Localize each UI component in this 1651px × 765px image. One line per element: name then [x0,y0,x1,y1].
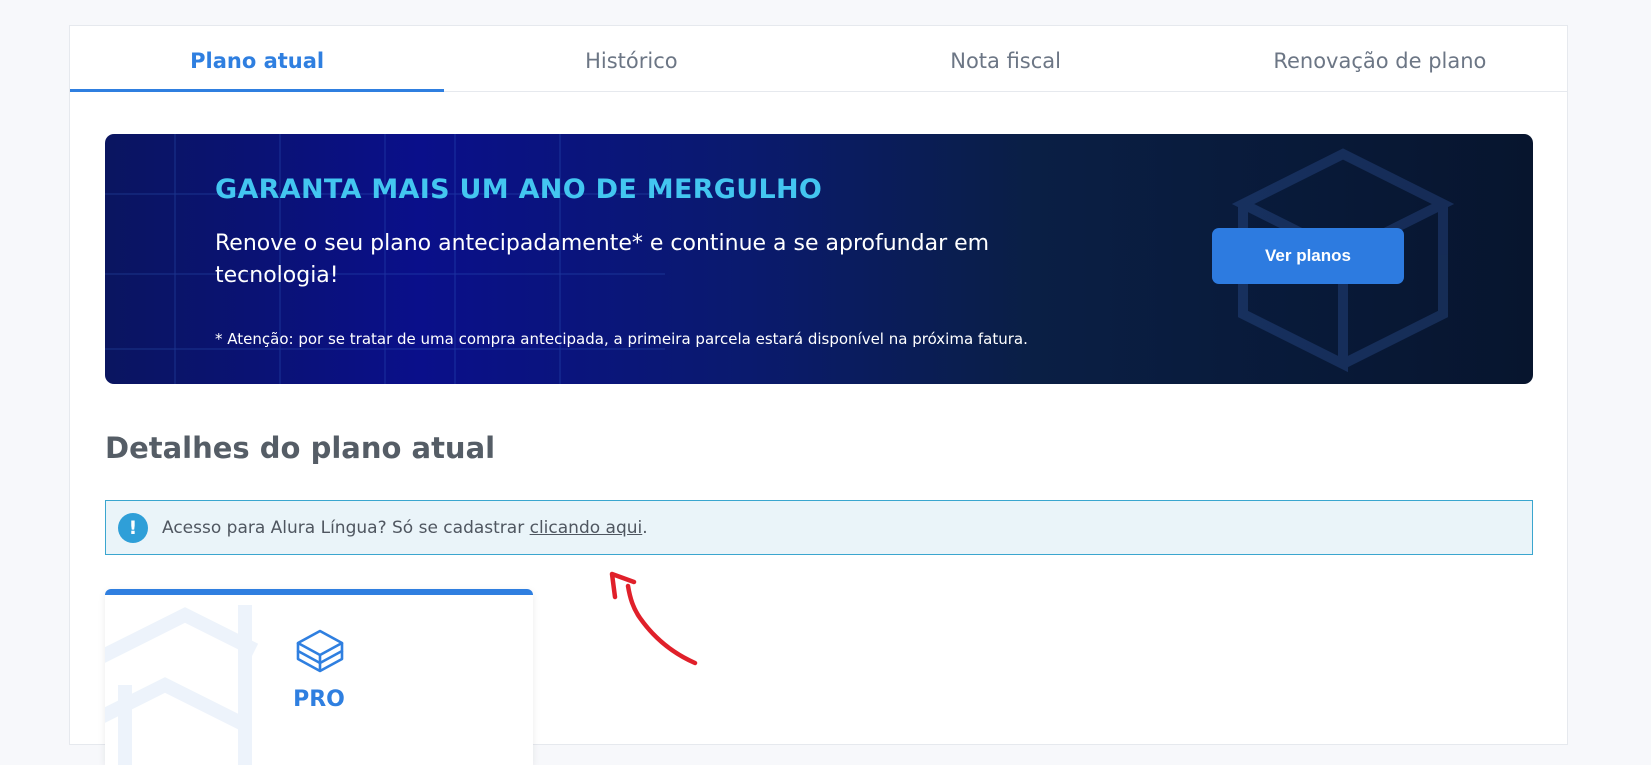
plan-panel: Plano atual Histórico Nota fiscal Renova… [69,25,1568,765]
alert-text-after: . [642,517,648,538]
exclamation-icon: ! [118,512,148,543]
clicando-aqui-link[interactable]: clicando aqui [530,518,643,538]
alert-text-before: Acesso para Alura Língua? Só se cadastra… [162,517,530,538]
renewal-banner: GARANTA MAIS UM ANO DE MERGULHO Renove o… [105,134,1533,384]
tab-historico[interactable]: Histórico [444,26,818,91]
info-alert: ! Acesso para Alura Língua? Só se cadast… [105,500,1533,555]
card-cube-decoration [105,605,259,765]
tab-renovacao-de-plano[interactable]: Renovação de plano [1193,26,1567,91]
banner-title: GARANTA MAIS UM ANO DE MERGULHO [215,174,823,205]
section-title: Detalhes do plano atual [105,431,496,465]
tab-bar: Plano atual Histórico Nota fiscal Renova… [70,26,1567,92]
cube-icon [296,629,344,673]
tab-plano-atual[interactable]: Plano atual [70,26,445,92]
red-arrow-annotation [609,571,698,666]
plan-name: PRO [293,687,345,712]
plan-card: PRO [105,589,533,765]
tab-nota-fiscal[interactable]: Nota fiscal [819,26,1193,91]
alert-text: Acesso para Alura Língua? Só se cadastra… [162,518,648,538]
banner-text: Renove o seu plano antecipadamente* e co… [215,231,990,288]
banner-note: * Atenção: por se tratar de uma compra a… [215,330,1028,348]
ver-planos-button[interactable]: Ver planos [1212,228,1404,284]
